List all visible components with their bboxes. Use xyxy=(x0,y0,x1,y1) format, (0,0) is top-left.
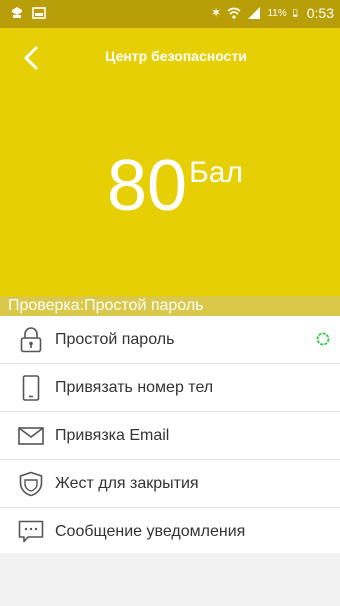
list-item-simple-password[interactable]: Простой пароль xyxy=(0,316,340,364)
phone-icon xyxy=(22,374,40,401)
bottom-empty-area xyxy=(0,553,340,606)
security-score: 80Бал xyxy=(0,150,340,222)
loading-ring-icon xyxy=(316,332,330,346)
score-unit: Бал xyxy=(189,156,243,189)
shield-icon xyxy=(19,471,43,496)
security-center-screen: ✶ 11% 0:53 Центр безопасности 80Бал Пров… xyxy=(0,0,340,606)
image-notification-icon xyxy=(32,7,46,19)
status-bar: ✶ 11% 0:53 xyxy=(0,0,340,28)
check-status-bar: Проверка:Простой пароль xyxy=(0,296,340,316)
list-item-bind-email[interactable]: Привязка Email xyxy=(0,412,340,460)
list-item-label: Простой пароль xyxy=(55,330,175,348)
list-item-label: Сообщение уведомления xyxy=(55,522,246,540)
list-item-bind-phone[interactable]: Привязать номер тел xyxy=(0,364,340,412)
list-item-label: Привязать номер тел xyxy=(55,378,214,396)
score-value: 80 xyxy=(107,146,188,226)
email-icon xyxy=(18,426,44,445)
status-time: 0:53 xyxy=(306,5,334,21)
page-title: Центр безопасности xyxy=(105,48,247,64)
security-items-list: Простой пароль Привязать номер тел Привя… xyxy=(0,316,340,555)
message-icon xyxy=(18,520,44,542)
list-item-label: Привязка Email xyxy=(55,426,170,444)
list-item-close-gesture[interactable]: Жест для закрытия xyxy=(0,460,340,508)
score-header: Центр безопасности 80Бал xyxy=(0,28,340,296)
battery-icon xyxy=(293,9,298,17)
usb-icon xyxy=(12,7,22,18)
list-item-label: Жест для закрытия xyxy=(55,474,199,492)
wifi-icon xyxy=(227,7,241,19)
battery-percent: 11% xyxy=(267,7,287,19)
list-item-notifications[interactable]: Сообщение уведомления xyxy=(0,508,340,555)
bluetooth-icon: ✶ xyxy=(210,5,222,20)
lock-icon xyxy=(20,326,42,352)
signal-icon xyxy=(248,7,261,19)
